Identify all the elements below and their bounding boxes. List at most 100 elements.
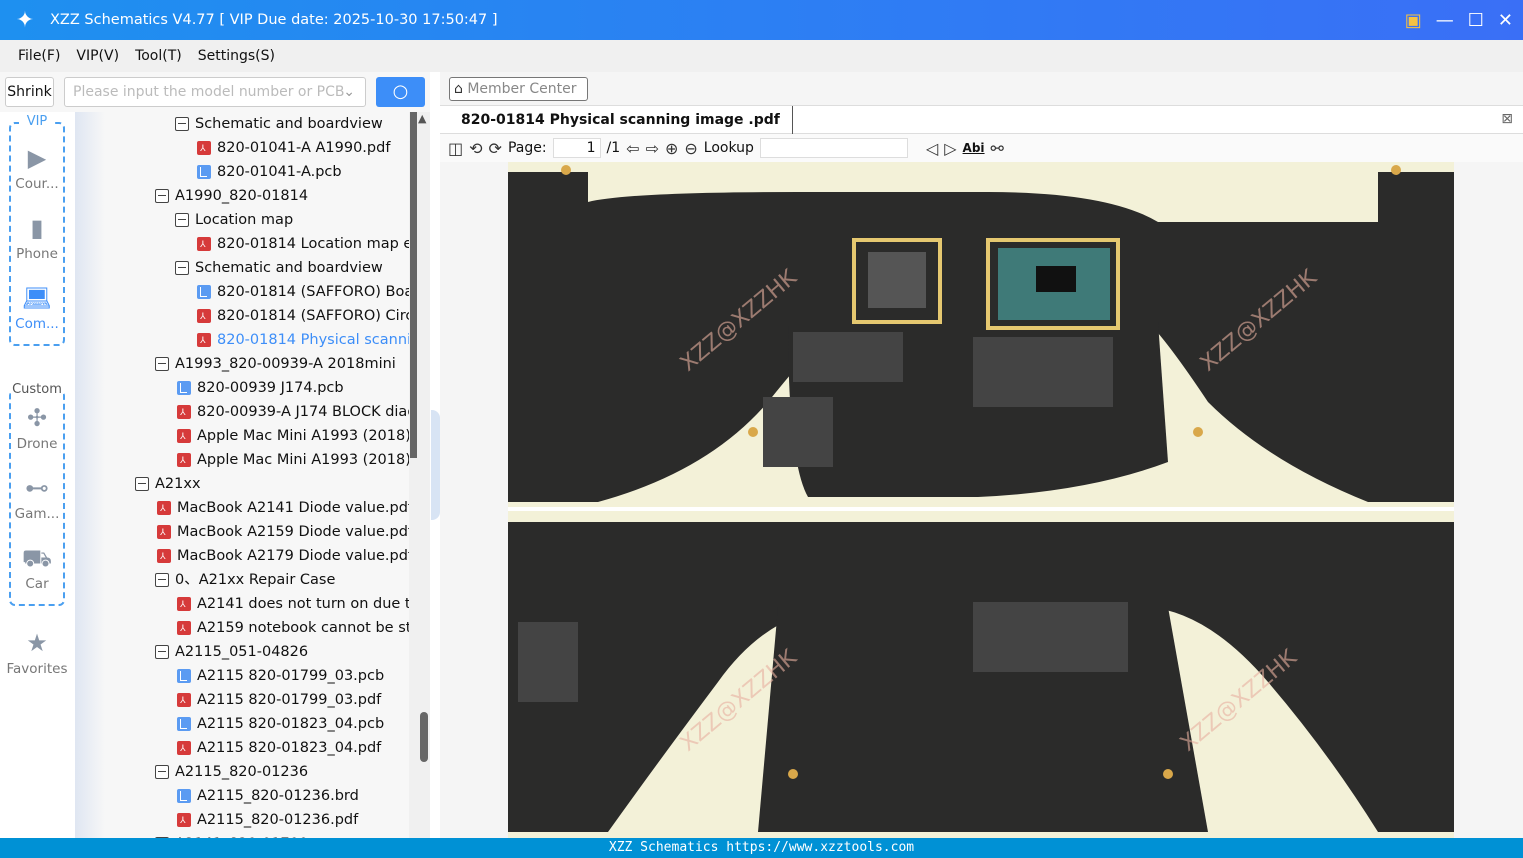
collapse-icon[interactable] xyxy=(155,645,169,659)
collapse-icon[interactable] xyxy=(155,765,169,779)
close-tab-icon[interactable]: ⊠ xyxy=(1501,111,1513,127)
pdf-file-icon xyxy=(177,689,191,713)
next-page-icon[interactable]: ⇨ xyxy=(646,139,659,158)
tree-item-label: 820-01041-A.pcb xyxy=(217,164,342,180)
tree-item[interactable]: A21xx xyxy=(135,472,201,496)
zoom-out-icon[interactable]: ⊖ xyxy=(684,139,697,158)
lookup-input[interactable] xyxy=(759,138,908,158)
title-bar: ✦ XZZ Schematics V4.77 [ VIP Due date: 2… xyxy=(0,0,1523,40)
collapse-handle[interactable] xyxy=(431,410,440,520)
two-page-icon[interactable]: ◫ xyxy=(448,139,463,158)
tree-item[interactable]: 820-01814 Physical scanning xyxy=(197,328,409,353)
pdf-file-icon xyxy=(177,617,191,641)
tree-item[interactable]: 820-01041-A A1990.pdf xyxy=(197,136,390,161)
pdf-file-icon xyxy=(197,305,211,329)
tree-item[interactable]: 820-01814 (SAFFORO) Board xyxy=(197,280,409,304)
tree-item[interactable]: A2115_820-01236.brd xyxy=(177,784,359,808)
nav-favorites[interactable]: ★ Favorites xyxy=(0,629,74,677)
menu-settings[interactable]: Settings(S) xyxy=(198,48,275,64)
scrollbar-thumb[interactable] xyxy=(410,112,417,458)
tree-item[interactable]: A2115_820-01236 xyxy=(155,760,308,784)
app-logo-icon: ✦ xyxy=(15,7,35,33)
tree-item[interactable]: A2141 does not turn on due to xyxy=(177,592,409,617)
pdf-file-icon xyxy=(177,737,191,761)
collapse-icon[interactable] xyxy=(135,477,149,491)
collapse-icon[interactable] xyxy=(155,357,169,371)
nav-courses[interactable]: ▶ Cour... xyxy=(0,144,74,192)
menu-tool[interactable]: Tool(T) xyxy=(135,48,182,64)
tree-item[interactable]: Location map xyxy=(175,208,293,232)
scrollbar-thumb-secondary[interactable] xyxy=(420,712,428,762)
tree-item[interactable]: A2115 820-01823_04.pcb xyxy=(177,712,384,736)
nav-label: Car xyxy=(25,576,49,592)
close-button[interactable]: ✕ xyxy=(1498,10,1513,31)
chevron-down-icon[interactable]: ⌄ xyxy=(343,78,355,106)
nav-computer[interactable]: 💻︎ Com... xyxy=(0,284,74,332)
nav-car[interactable]: ⛟ Car xyxy=(0,544,74,592)
nav-drone[interactable]: ✣ Drone xyxy=(0,404,74,452)
binoculars-icon[interactable]: ⚯ xyxy=(991,139,1004,158)
tree-item[interactable]: 820-01814 (SAFFORO) Circuit xyxy=(197,304,409,329)
tree-item[interactable]: A2159 notebook cannot be star xyxy=(177,616,409,641)
tree-item[interactable]: MacBook A2141 Diode value.pdf xyxy=(157,496,409,521)
tree-item-label: 0、A21xx Repair Case xyxy=(175,572,336,588)
prev-page-icon[interactable]: ⇦ xyxy=(626,139,639,158)
tree-item-label: A2115_820-01236.pdf xyxy=(197,812,359,828)
search-button[interactable]: ○ xyxy=(376,77,425,107)
vip-bag-icon[interactable]: ▣ xyxy=(1405,10,1422,31)
tree-item[interactable]: 820-00939-A J174 BLOCK diagram xyxy=(177,400,409,425)
collapse-icon[interactable] xyxy=(175,261,189,275)
tree-item[interactable]: 0、A21xx Repair Case xyxy=(155,568,335,592)
tree-scrollbar[interactable]: ▲ xyxy=(409,112,430,838)
find-prev-icon[interactable]: ◁ xyxy=(926,139,938,158)
menu-vip[interactable]: VIP(V) xyxy=(76,48,119,64)
tree-item[interactable]: 820-01814 Location map en. xyxy=(197,232,409,257)
tree-item-label: A2115_820-01236 xyxy=(175,764,309,780)
nav-game[interactable]: ⊷ Gam... xyxy=(0,474,74,522)
tree-item[interactable]: A1990_820-01814 xyxy=(155,184,308,208)
member-center-button[interactable]: ⌂ Member Center xyxy=(449,77,588,101)
collapse-icon[interactable] xyxy=(155,573,169,587)
pdf-page-image[interactable]: XZZ@XZZHK XZZ@XZZHK XZZ@XZZHK XZZ@XZZHK xyxy=(508,162,1454,838)
tree-item-label: Apple Mac Mini A1993 (2018) 8 xyxy=(197,428,409,444)
zoom-in-icon[interactable]: ⊕ xyxy=(665,139,678,158)
pdf-toolbar: ◫ ⟲ ⟳ Page: 1 /1 ⇦ ⇨ ⊕ ⊖ Lookup ◁ ▷ Abi … xyxy=(440,134,1523,162)
document-tab[interactable]: 820-01814 Physical scanning image .pdf xyxy=(461,106,793,134)
tree-item[interactable]: A1993_820-00939-A 2018mini xyxy=(155,352,396,376)
tree-item[interactable]: A2115 820-01799_03.pcb xyxy=(177,664,384,688)
tree-item[interactable]: MacBook A2159 Diode value.pdf xyxy=(157,520,409,545)
nav-phone[interactable]: ▮ Phone xyxy=(0,214,74,262)
tree-item[interactable]: Schematic and boardview xyxy=(175,112,383,136)
panel-splitter[interactable] xyxy=(430,72,440,838)
model-search-input[interactable]: Please input the model number or PCB ⌄ xyxy=(64,77,366,107)
tree-item[interactable]: MacBook A2179 Diode value.pdf xyxy=(157,544,409,569)
page-total: /1 xyxy=(606,140,621,156)
tree-item[interactable]: Apple Mac Mini A1993 (2018) 8 xyxy=(177,448,409,473)
page-input[interactable]: 1 xyxy=(552,138,601,158)
tree-item[interactable]: A2115 820-01799_03.pdf xyxy=(177,688,381,713)
search-row: Shrink Please input the model number or … xyxy=(0,72,432,112)
match-case-button[interactable]: Abi xyxy=(963,141,985,155)
collapse-icon[interactable] xyxy=(175,213,189,227)
tree-item-label: A2115 820-01823_04.pdf xyxy=(197,740,382,756)
rotate-right-icon[interactable]: ⟳ xyxy=(489,139,502,158)
tree-item[interactable]: 820-01041-A.pcb xyxy=(197,160,342,184)
scroll-up-icon[interactable]: ▲ xyxy=(418,112,426,125)
viewer-panel: ⌂ Member Center 820-01814 Physical scann… xyxy=(440,72,1523,838)
nav-label: Cour... xyxy=(15,176,59,192)
tree-item[interactable]: A2115 820-01823_04.pdf xyxy=(177,736,382,761)
shrink-button[interactable]: Shrink xyxy=(5,77,54,107)
tree-item[interactable]: A2115_051-04826 xyxy=(155,640,308,664)
tree-item[interactable]: Apple Mac Mini A1993 (2018) 8 xyxy=(177,424,409,449)
minimize-button[interactable]: — xyxy=(1436,10,1454,31)
tree-item[interactable]: A2115_820-01236.pdf xyxy=(177,808,359,833)
tree-item[interactable]: 820-00939 J174.pcb xyxy=(177,376,344,400)
tree-item-label: MacBook A2159 Diode value.pdf xyxy=(177,524,409,540)
menu-file[interactable]: File(F) xyxy=(18,48,60,64)
tree-item[interactable]: Schematic and boardview xyxy=(175,256,383,280)
rotate-left-icon[interactable]: ⟲ xyxy=(469,139,482,158)
collapse-icon[interactable] xyxy=(155,189,169,203)
find-next-icon[interactable]: ▷ xyxy=(944,139,956,158)
maximize-button[interactable]: ☐ xyxy=(1468,10,1484,31)
collapse-icon[interactable] xyxy=(175,117,189,131)
